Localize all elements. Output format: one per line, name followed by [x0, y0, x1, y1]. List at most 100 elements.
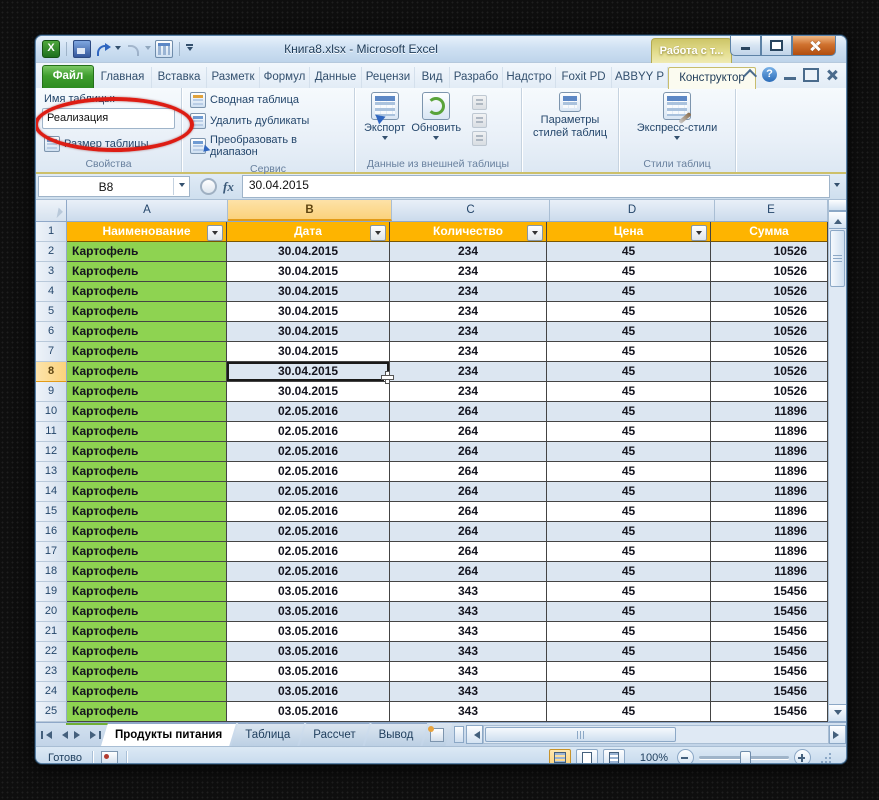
last-sheet-button[interactable]	[88, 728, 102, 742]
cell-qty[interactable]: 234	[390, 382, 547, 402]
collapse-ribbon-icon[interactable]	[743, 69, 757, 83]
filter-button[interactable]	[691, 225, 707, 241]
cell-name[interactable]: Картофель	[67, 242, 227, 262]
row-header[interactable]: 10	[36, 402, 67, 422]
cell-date[interactable]: 02.05.2016	[227, 482, 390, 502]
cell-price[interactable]: 45	[547, 482, 711, 502]
row-header[interactable]: 4	[36, 282, 67, 302]
cell-sum[interactable]: 15456	[711, 602, 828, 622]
cell-sum[interactable]: 15456	[711, 582, 828, 602]
cell-date[interactable]: 02.05.2016	[227, 522, 390, 542]
cell-name[interactable]: Картофель	[67, 262, 227, 282]
header-cell-c[interactable]: Количество	[390, 222, 547, 242]
minimize-workbook-icon[interactable]	[784, 69, 796, 80]
ribbon-tab-3[interactable]: Формул	[260, 67, 310, 88]
row-header[interactable]: 9	[36, 382, 67, 402]
cell-name[interactable]: Картофель	[67, 302, 227, 322]
cell-date[interactable]: 30.04.2015	[227, 322, 390, 342]
cell-price[interactable]: 45	[547, 502, 711, 522]
normal-view-button[interactable]	[549, 749, 571, 765]
cell-sum[interactable]: 10526	[711, 262, 828, 282]
cell-date[interactable]: 30.04.2015	[227, 282, 390, 302]
table-name-input[interactable]: Реализация	[42, 108, 175, 129]
cell-price[interactable]: 45	[547, 542, 711, 562]
cell-price[interactable]: 45	[547, 462, 711, 482]
row-header[interactable]: 12	[36, 442, 67, 462]
formula-input[interactable]: 30.04.2015	[242, 175, 830, 198]
pivot-table-button[interactable]: Сводная таблица	[188, 91, 348, 109]
vertical-scroll-thumb[interactable]	[830, 230, 845, 287]
macro-record-icon[interactable]	[101, 751, 118, 765]
cell-price[interactable]: 45	[547, 682, 711, 702]
resize-table-button[interactable]: Размер таблицы	[42, 135, 175, 153]
cell-qty[interactable]: 234	[390, 302, 547, 322]
cell-qty[interactable]: 234	[390, 242, 547, 262]
cell-qty[interactable]: 264	[390, 442, 547, 462]
cell-qty[interactable]: 343	[390, 702, 547, 722]
sheet-tab-0[interactable]: Продукты питания	[101, 723, 236, 746]
ribbon-tab-11[interactable]: Конструктор	[668, 67, 756, 89]
cell-qty[interactable]: 264	[390, 562, 547, 582]
cell-date[interactable]: 03.05.2016	[227, 602, 390, 622]
column-header-d[interactable]: D	[550, 200, 715, 221]
cell-price[interactable]: 45	[547, 602, 711, 622]
cell-price[interactable]: 45	[547, 342, 711, 362]
row-header[interactable]: 6	[36, 322, 67, 342]
ribbon-tab-0[interactable]: Главная	[94, 67, 152, 88]
sheet-tab-3[interactable]: Вывод	[365, 723, 428, 746]
cell-price[interactable]: 45	[547, 422, 711, 442]
cell-price[interactable]: 45	[547, 282, 711, 302]
maximize-button[interactable]	[761, 36, 792, 56]
cell-sum[interactable]: 11896	[711, 542, 828, 562]
zoom-in-button[interactable]	[794, 749, 811, 764]
row-header[interactable]: 3	[36, 262, 67, 282]
cell-name[interactable]: Картофель	[67, 322, 227, 342]
cell-price[interactable]: 45	[547, 582, 711, 602]
scroll-right-button[interactable]	[829, 725, 846, 744]
ribbon-tab-7[interactable]: Разрабо	[450, 67, 503, 88]
row-header[interactable]: 18	[36, 562, 67, 582]
cell-qty[interactable]: 264	[390, 422, 547, 442]
refresh-button[interactable]: Обновить	[408, 91, 464, 144]
cell-sum[interactable]: 11896	[711, 482, 828, 502]
cell-sum[interactable]: 10526	[711, 342, 828, 362]
cell-date[interactable]: 02.05.2016	[227, 422, 390, 442]
table-style-options-button[interactable]: Параметры стилей таблиц	[525, 91, 615, 141]
close-button[interactable]	[792, 36, 836, 56]
cell-date[interactable]: 30.04.2015	[227, 362, 390, 382]
cell-sum[interactable]: 15456	[711, 682, 828, 702]
cell-price[interactable]: 45	[547, 562, 711, 582]
cell-date[interactable]: 02.05.2016	[227, 542, 390, 562]
cell-sum[interactable]: 11896	[711, 422, 828, 442]
ribbon-tab-10[interactable]: ABBYY P	[612, 67, 668, 88]
row-header[interactable]: 5	[36, 302, 67, 322]
ribbon-tab-4[interactable]: Данные	[310, 67, 362, 88]
cell-name[interactable]: Картофель	[67, 662, 227, 682]
header-cell-d[interactable]: Цена	[547, 222, 711, 242]
cell-sum[interactable]: 11896	[711, 522, 828, 542]
cell-name[interactable]: Картофель	[67, 522, 227, 542]
filter-button[interactable]	[370, 225, 386, 241]
cell-date[interactable]: 02.05.2016	[227, 442, 390, 462]
cell-qty[interactable]: 234	[390, 282, 547, 302]
cell-date[interactable]: 02.05.2016	[227, 402, 390, 422]
cell-name[interactable]: Картофель	[67, 342, 227, 362]
ribbon-tab-5[interactable]: Рецензи	[362, 67, 415, 88]
sheet-tab-2[interactable]: Рассчет	[299, 723, 369, 746]
cell-name[interactable]: Картофель	[67, 682, 227, 702]
cell-price[interactable]: 45	[547, 442, 711, 462]
cell-qty[interactable]: 234	[390, 322, 547, 342]
cell-date[interactable]: 03.05.2016	[227, 662, 390, 682]
cell-qty[interactable]: 234	[390, 362, 547, 382]
row-header[interactable]: 20	[36, 602, 67, 622]
cell-sum[interactable]: 11896	[711, 502, 828, 522]
cell-sum[interactable]: 10526	[711, 362, 828, 382]
ribbon-tab-6[interactable]: Вид	[415, 67, 450, 88]
cell-name[interactable]: Картофель	[67, 542, 227, 562]
zoom-slider-thumb[interactable]	[740, 751, 751, 764]
cell-qty[interactable]: 343	[390, 642, 547, 662]
cell-qty[interactable]: 264	[390, 482, 547, 502]
quick-styles-button[interactable]: Экспресс-стили	[634, 91, 720, 144]
cell-date[interactable]: 30.04.2015	[227, 262, 390, 282]
cell-price[interactable]: 45	[547, 242, 711, 262]
